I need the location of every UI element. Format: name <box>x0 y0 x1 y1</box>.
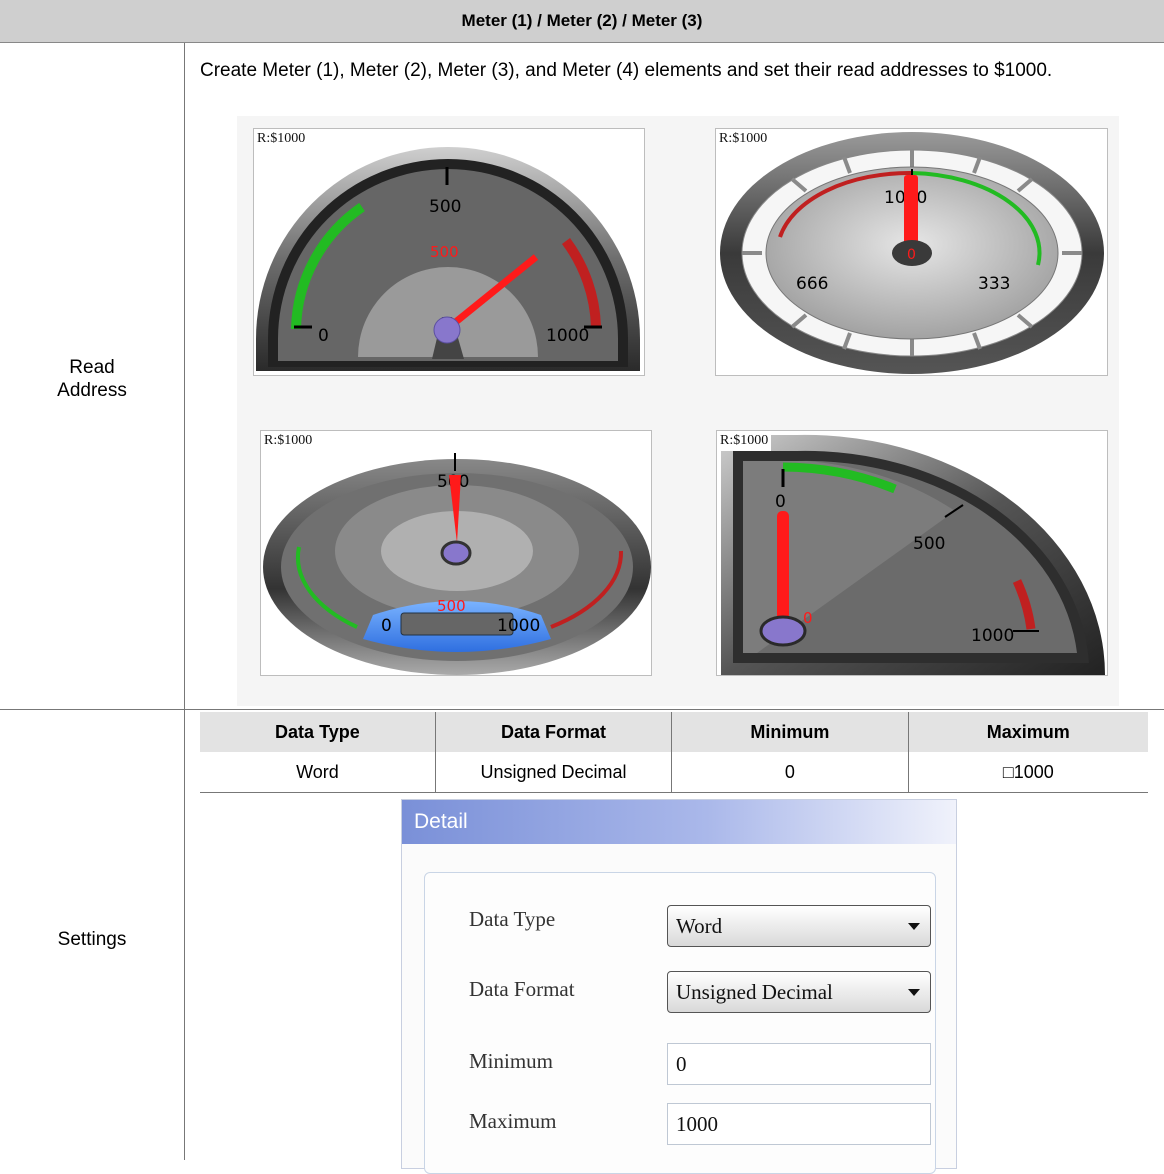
scale-label-1000: 1000 <box>546 326 589 346</box>
read-address-tag: R:$1000 <box>716 129 771 149</box>
scale-label-666: 666 <box>796 274 828 294</box>
data-format-label: Data Format <box>469 977 575 1001</box>
section-header: Meter (1) / Meter (2) / Meter (3) <box>0 0 1164 43</box>
maximum-value: 1000 <box>676 1112 718 1136</box>
scale-label-333: 333 <box>978 274 1010 294</box>
meter-3-gauge: 500 0 1000 500 <box>263 453 651 675</box>
col-header-minimum: Minimum <box>671 712 909 752</box>
col-header-data-type: Data Type <box>200 712 436 752</box>
hub <box>759 615 807 647</box>
meter-3: R:$1000 500 0 1000 500 <box>260 430 652 676</box>
chevron-down-icon <box>908 989 920 996</box>
minimum-value: 0 <box>676 1052 687 1076</box>
hub <box>433 316 461 344</box>
scale-label-0: 0 <box>318 326 329 346</box>
row-label-read-address: Read Address <box>0 356 184 402</box>
data-type-value: Word <box>676 914 723 938</box>
hub <box>440 540 472 566</box>
value-readout: 0 <box>907 247 916 263</box>
column-divider <box>184 43 185 1160</box>
meter-4: R:$1000 0 500 1000 0 <box>716 430 1108 676</box>
meter-2-gauge: 1000 666 333 0 <box>720 132 1104 374</box>
maximum-input[interactable]: 1000 <box>667 1103 931 1145</box>
read-address-tag: R:$1000 <box>717 431 772 451</box>
cell-maximum: □1000 <box>907 752 1148 793</box>
intro-text: Create Meter (1), Meter (2), Meter (3), … <box>200 60 1053 81</box>
chevron-down-icon <box>908 923 920 930</box>
detail-group-box: Data Type Word Data Format Unsigned Deci… <box>424 872 936 1174</box>
meter-1: R:$1000 0 500 1000 500 <box>253 128 645 376</box>
meter-1-gauge: 0 500 1000 500 <box>256 147 640 371</box>
value-readout: 500 <box>430 243 459 261</box>
settings-table: Data Type Data Format Minimum Maximum Wo… <box>200 712 1148 793</box>
cell-data-type: Word <box>200 752 436 793</box>
row-divider <box>0 709 1164 710</box>
minimum-input[interactable]: 0 <box>667 1043 931 1085</box>
scale-label-0: 0 <box>381 616 392 636</box>
needle <box>777 511 789 629</box>
scale-label-1000: 1000 <box>497 616 540 636</box>
scale-label-500: 500 <box>913 534 945 554</box>
scale-label-500: 500 <box>429 197 461 217</box>
meter-gallery: R:$1000 0 500 1000 500 R:$1000 666 333 0… <box>237 116 1119 706</box>
section-title: Meter (1) / Meter (2) / Meter (3) <box>461 11 703 30</box>
col-header-maximum: Maximum <box>907 712 1148 752</box>
table-row: Word Unsigned Decimal 0 □1000 <box>200 752 1148 793</box>
col-header-data-format: Data Format <box>434 712 673 752</box>
detail-dialog: Detail Data Type Word Data Format Unsign… <box>401 799 957 1174</box>
data-type-select[interactable]: Word <box>667 905 931 947</box>
read-address-tag: R:$1000 <box>261 431 316 451</box>
cell-data-format: Unsigned Decimal <box>434 752 673 793</box>
value-readout: 500 <box>437 597 466 615</box>
data-format-select[interactable]: Unsigned Decimal <box>667 971 931 1013</box>
scale-label-0: 0 <box>775 492 786 512</box>
maximum-label: Maximum <box>469 1109 557 1133</box>
value-readout: 0 <box>803 609 813 627</box>
scale-label-1000: 1000 <box>971 626 1014 646</box>
row-label-settings: Settings <box>57 929 127 950</box>
meter-4-gauge: 0 500 1000 0 <box>721 434 1105 675</box>
detail-title: Detail <box>402 800 956 844</box>
data-format-value: Unsigned Decimal <box>676 980 833 1004</box>
cell-minimum: 0 <box>671 752 909 793</box>
needle <box>904 175 918 247</box>
read-address-label: Read Address <box>57 357 127 401</box>
minimum-label: Minimum <box>469 1049 554 1073</box>
data-type-label: Data Type <box>469 907 556 931</box>
read-address-tag: R:$1000 <box>254 129 309 149</box>
meter-2: R:$1000 666 333 0 <box>715 128 1108 376</box>
table-header-row: Data Type Data Format Minimum Maximum <box>200 712 1148 752</box>
